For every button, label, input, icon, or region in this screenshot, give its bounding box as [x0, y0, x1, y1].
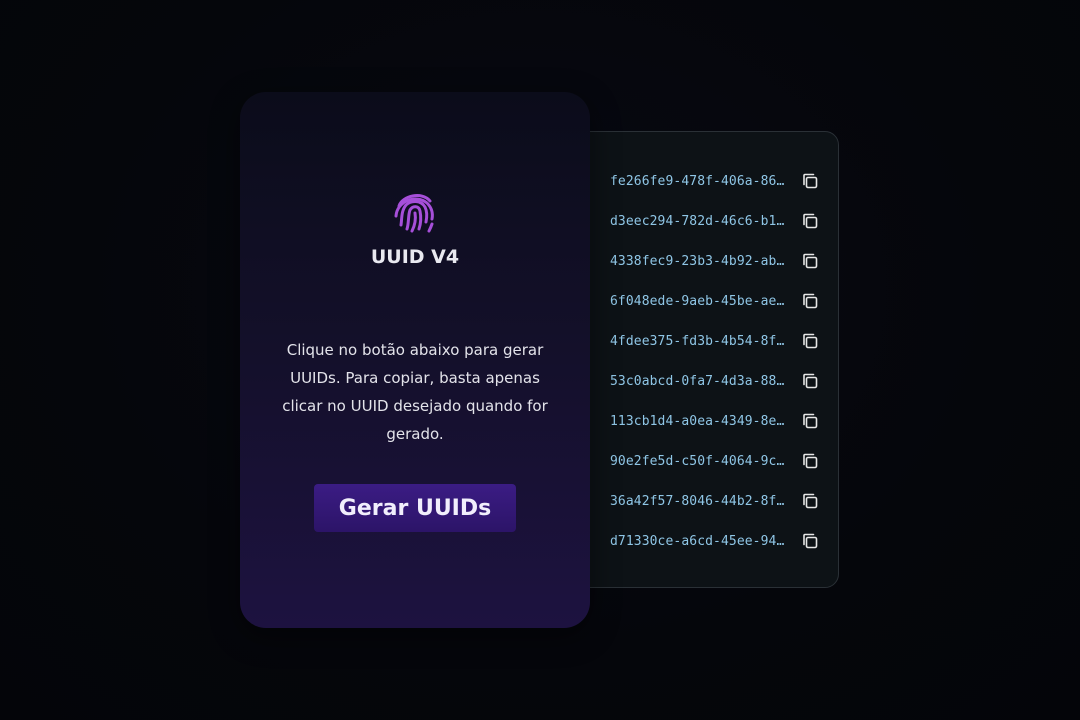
copy-icon[interactable]: [801, 172, 819, 190]
app-stage: fe266fe9-478f-406a-86… d3eec294-782d-46c…: [0, 0, 1080, 720]
copy-icon[interactable]: [801, 412, 819, 430]
copy-icon[interactable]: [801, 372, 819, 390]
uuid-value[interactable]: 113cb1d4-a0ea-4349-8e…: [610, 414, 788, 429]
copy-icon[interactable]: [801, 212, 819, 230]
card-description: Clique no botão abaixo para gerar UUIDs.…: [282, 341, 548, 443]
uuid-list-item[interactable]: d3eec294-782d-46c6-b1…: [610, 201, 819, 241]
generator-card: UUID V4 Clique no botão abaixo para gera…: [240, 92, 590, 628]
copy-icon[interactable]: [801, 252, 819, 270]
generate-uuids-button[interactable]: Gerar UUIDs: [314, 484, 516, 532]
uuid-value[interactable]: 6f048ede-9aeb-45be-ae…: [610, 294, 788, 309]
uuid-list-panel: fe266fe9-478f-406a-86… d3eec294-782d-46c…: [560, 131, 839, 588]
uuid-list-item[interactable]: 6f048ede-9aeb-45be-ae…: [610, 281, 819, 321]
uuid-value[interactable]: 4fdee375-fd3b-4b54-8f…: [610, 334, 788, 349]
uuid-list: fe266fe9-478f-406a-86… d3eec294-782d-46c…: [610, 161, 819, 561]
uuid-value[interactable]: 53c0abcd-0fa7-4d3a-88…: [610, 374, 788, 389]
uuid-list-item[interactable]: 4fdee375-fd3b-4b54-8f…: [610, 321, 819, 361]
uuid-value[interactable]: d71330ce-a6cd-45ee-94…: [610, 534, 788, 549]
uuid-list-item[interactable]: d71330ce-a6cd-45ee-94…: [610, 521, 819, 561]
card-title: UUID V4: [370, 246, 460, 268]
uuid-value[interactable]: 36a42f57-8046-44b2-8f…: [610, 494, 788, 509]
copy-icon[interactable]: [801, 532, 819, 550]
uuid-list-item[interactable]: 4338fec9-23b3-4b92-ab…: [610, 241, 819, 281]
uuid-list-item[interactable]: fe266fe9-478f-406a-86…: [610, 161, 819, 201]
copy-icon[interactable]: [801, 452, 819, 470]
uuid-list-item[interactable]: 53c0abcd-0fa7-4d3a-88…: [610, 361, 819, 401]
uuid-value[interactable]: fe266fe9-478f-406a-86…: [610, 174, 788, 189]
copy-icon[interactable]: [801, 292, 819, 310]
fingerprint-icon: [392, 189, 438, 235]
copy-icon[interactable]: [801, 492, 819, 510]
uuid-value[interactable]: d3eec294-782d-46c6-b1…: [610, 214, 788, 229]
uuid-list-item[interactable]: 113cb1d4-a0ea-4349-8e…: [610, 401, 819, 441]
uuid-value[interactable]: 90e2fe5d-c50f-4064-9c…: [610, 454, 788, 469]
uuid-list-item[interactable]: 36a42f57-8046-44b2-8f…: [610, 481, 819, 521]
uuid-value[interactable]: 4338fec9-23b3-4b92-ab…: [610, 254, 788, 269]
uuid-list-item[interactable]: 90e2fe5d-c50f-4064-9c…: [610, 441, 819, 481]
copy-icon[interactable]: [801, 332, 819, 350]
